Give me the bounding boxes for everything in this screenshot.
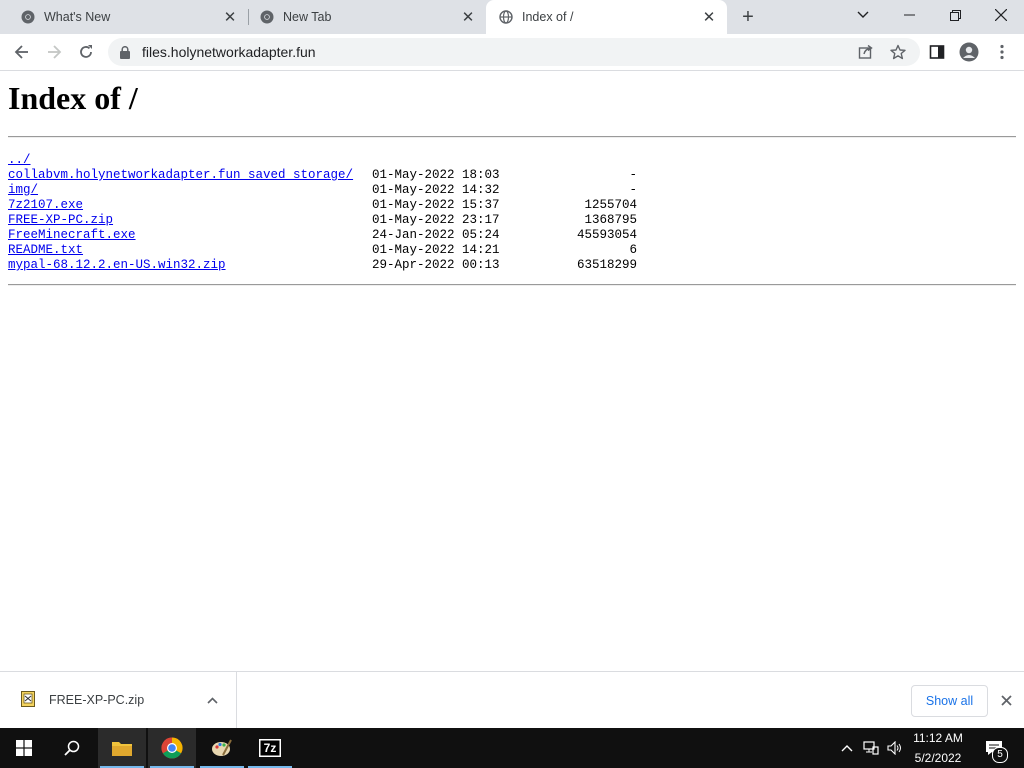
chevron-up-icon[interactable] [838,728,856,768]
page-title: Index of / [8,80,138,116]
url-text[interactable]: files.holynetworkadapter.fun [142,38,316,66]
restore-button[interactable] [932,0,978,30]
file-link[interactable]: collabvm.holynetworkadapter.fun_saved_st… [8,168,353,183]
file-listing: ../ collabvm.holynetworkadapter.fun_save… [8,153,637,273]
file-size: 63518299 [576,258,637,272]
list-item: README.txt 01-May-2022 14:21 6 [8,243,637,258]
file-link[interactable]: mypal-68.12.2.en-US.win32.zip [8,258,226,273]
list-item: ../ [8,153,53,168]
chrome-icon[interactable] [148,728,196,768]
close-icon[interactable] [998,692,1014,708]
volume-icon[interactable] [884,728,906,768]
file-link[interactable]: FREE-XP-PC.zip [8,213,113,228]
forward-button[interactable] [40,38,68,66]
tab-whats-new[interactable]: What's New ✕ [0,0,248,34]
list-item: FreeMinecraft.exe 24-Jan-2022 05:24 4559… [8,228,637,243]
list-item: 7z2107.exe 01-May-2022 15:37 1255704 [8,198,637,213]
globe-icon [499,10,513,24]
tab-title: New Tab [283,10,332,24]
tab-index-of[interactable]: Index of / ✕ [486,0,727,34]
clock-time: 11:12 AM [913,731,963,745]
7zip-label: 7z [263,741,277,755]
file-date: 01-May-2022 15:37 [372,198,500,212]
file-link[interactable]: ../ [8,153,31,168]
file-size: 45593054 [576,228,637,242]
notification-center-icon[interactable]: 5 [980,728,1008,768]
chevron-up-icon[interactable] [204,692,220,708]
list-item: FREE-XP-PC.zip 01-May-2022 23:17 1368795 [8,213,637,228]
file-date: 29-Apr-2022 00:13 [372,258,500,272]
reload-button[interactable] [72,38,100,66]
divider [8,136,1016,138]
profile-avatar-icon[interactable] [955,38,983,66]
browser-toolbar: files.holynetworkadapter.fun [0,34,1024,71]
file-size: 6 [629,243,637,257]
back-button[interactable] [8,38,36,66]
download-shelf: FREE-XP-PC.zip Show all [0,671,1024,729]
zip-file-icon [21,691,35,707]
minimize-button[interactable] [886,0,932,30]
file-date: 01-May-2022 14:21 [372,243,500,257]
tab-new-tab[interactable]: New Tab ✕ [239,0,486,34]
page-content: Index of / ../ collabvm.holynetworkadapt… [0,71,1024,671]
system-clock[interactable]: 11:12 AM 5/2/2022 [904,728,972,768]
new-tab-button[interactable]: + [737,6,759,28]
tab-strip: What's New ✕ New Tab ✕ Index of / ✕ + [0,0,1024,34]
tab-title: What's New [44,10,111,24]
start-icon[interactable] [0,728,48,768]
menu-kebab-icon[interactable] [988,38,1016,66]
download-item[interactable]: FREE-XP-PC.zip [0,672,237,729]
lock-icon[interactable] [119,45,131,59]
share-icon[interactable] [852,38,880,66]
close-tab-icon[interactable]: ✕ [460,9,476,26]
side-panel-icon[interactable] [923,38,951,66]
file-date: 01-May-2022 23:17 [372,213,500,227]
file-link[interactable]: 7z2107.exe [8,198,83,213]
chrome-icon [260,10,274,24]
address-bar[interactable]: files.holynetworkadapter.fun [108,38,920,66]
file-link[interactable]: img/ [8,183,38,198]
search-icon[interactable] [48,728,96,768]
chrome-icon [21,10,35,24]
tab-search-icon[interactable] [840,0,886,30]
divider [8,284,1016,286]
bookmark-star-icon[interactable] [884,38,912,66]
list-item: img/ 01-May-2022 14:32 - [8,183,637,198]
list-item: collabvm.holynetworkadapter.fun_saved_st… [8,168,637,183]
clock-date: 5/2/2022 [914,751,962,765]
list-item: mypal-68.12.2.en-US.win32.zip 29-Apr-202… [8,258,637,273]
show-all-button[interactable]: Show all [911,685,988,717]
file-size: 1368795 [584,213,637,227]
file-size: - [629,183,637,197]
file-link[interactable]: README.txt [8,243,83,258]
network-icon[interactable] [861,728,881,768]
7zip-icon[interactable]: 7z [246,728,294,768]
taskbar: 7z 11:12 AM 5/2/2022 5 [0,728,1024,768]
file-date: 01-May-2022 18:03 [372,168,500,182]
file-date: 24-Jan-2022 05:24 [372,228,500,242]
close-tab-icon[interactable]: ✕ [701,9,717,26]
tab-title: Index of / [522,10,574,24]
file-size: - [629,168,637,182]
paint-icon[interactable] [198,728,246,768]
notification-badge: 5 [992,747,1008,763]
file-date: 01-May-2022 14:32 [372,183,500,197]
close-tab-icon[interactable]: ✕ [222,9,238,26]
download-filename: FREE-XP-PC.zip [49,693,145,707]
close-window-button[interactable] [978,0,1024,30]
file-explorer-icon[interactable] [98,728,146,768]
file-size: 1255704 [584,198,637,212]
file-link[interactable]: FreeMinecraft.exe [8,228,136,243]
